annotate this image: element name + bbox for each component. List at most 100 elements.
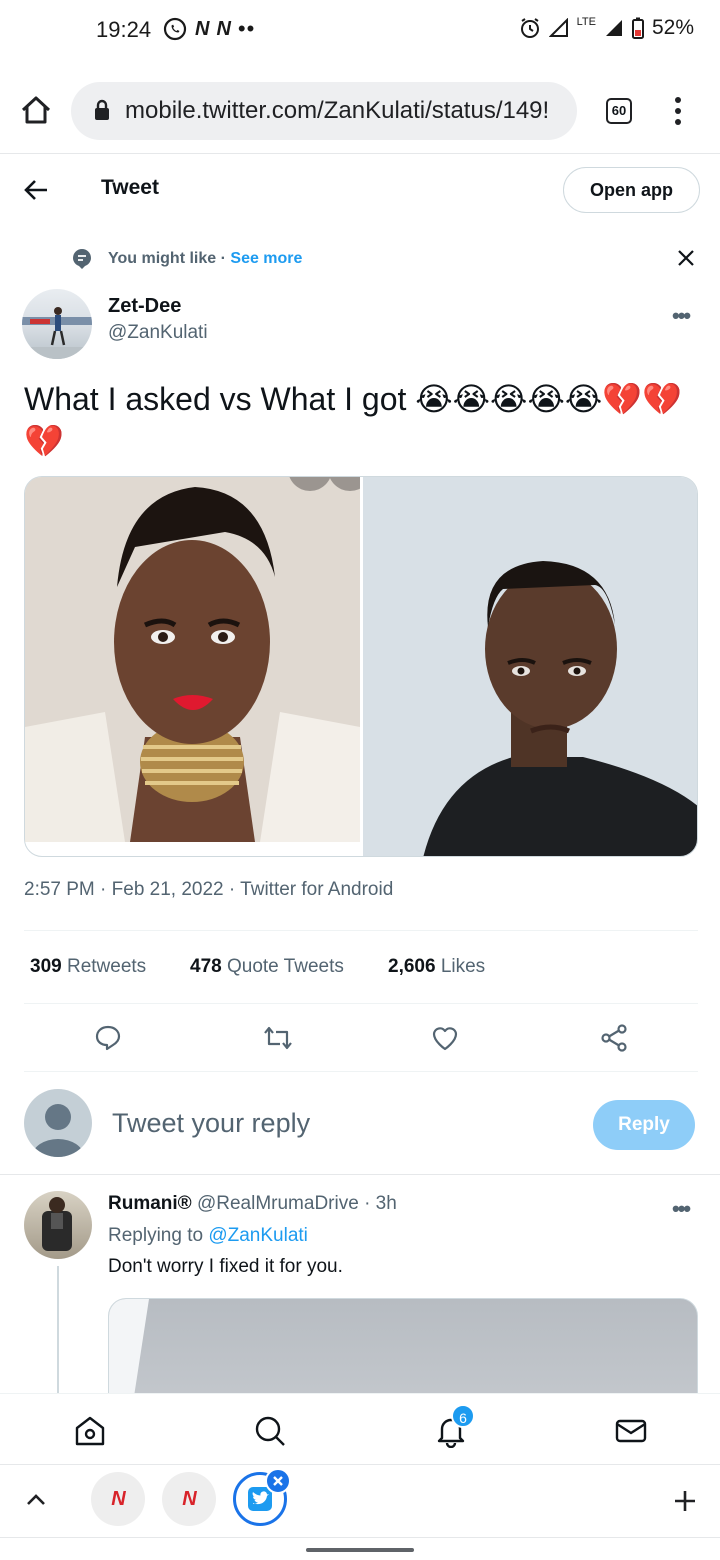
reply-author-handle[interactable]: @RealMrumaDrive <box>197 1193 359 1214</box>
reply-age: · 3h <box>364 1193 397 1214</box>
author-handle[interactable]: @ZanKulati <box>108 322 208 344</box>
author-avatar[interactable] <box>22 289 92 359</box>
media-photo-2[interactable] <box>363 477 697 856</box>
reply-submit-button[interactable]: Reply <box>593 1100 695 1150</box>
chevron-up-icon <box>27 1494 45 1505</box>
status-system-icons: LTE 52% <box>519 16 694 40</box>
reply-author-name[interactable]: Rumani® <box>108 1193 192 1214</box>
lock-icon <box>95 99 109 120</box>
address-bar[interactable]: mobile.twitter.com/ZanKulati/status/149! <box>71 82 577 140</box>
dismiss-suggestion-button[interactable] <box>676 248 696 273</box>
nav-home[interactable] <box>73 1414 107 1448</box>
reply-header: Rumani® @RealMrumaDrive · 3h <box>108 1193 397 1215</box>
gesture-navigation-bar[interactable] <box>306 1548 414 1552</box>
tweet-stats: 309 Retweets 478 Quote Tweets 2,606 Like… <box>24 930 698 1004</box>
tab-news-2[interactable]: N <box>162 1472 216 1526</box>
heart-icon <box>432 1027 458 1051</box>
status-bar: 19:24 N N •• LTE 52% <box>0 0 720 60</box>
suggestion-banner: You might like · See more <box>0 244 720 274</box>
tweet-text: What I asked vs What I got 😭😭😭😭😭💔💔💔 <box>24 381 682 459</box>
share-icon <box>601 1024 627 1052</box>
home-icon <box>21 96 51 124</box>
home-button[interactable] <box>18 92 58 132</box>
retweet-action-button[interactable] <box>262 1024 292 1052</box>
home-icon <box>75 1416 105 1446</box>
nav-messages[interactable] <box>614 1414 648 1448</box>
more-notifications-icon: •• <box>237 16 256 41</box>
close-tab-button[interactable] <box>265 1468 291 1494</box>
tab-switcher-button[interactable]: 60 <box>606 98 632 124</box>
status-time: 19:24 <box>96 17 152 42</box>
reply-action-button[interactable] <box>94 1024 122 1052</box>
reply-text: Don't worry I fixed it for you. <box>108 1256 343 1277</box>
replying-to-label: Replying to <box>108 1225 204 1246</box>
speech-bubble-icon <box>73 249 91 269</box>
suggestion-label: You might like <box>108 250 217 267</box>
author-name[interactable]: Zet-Dee <box>108 295 181 318</box>
tweet-more-button[interactable]: ••• <box>672 303 691 329</box>
reply-input[interactable]: Tweet your reply <box>112 1108 310 1139</box>
share-action-button[interactable] <box>600 1024 628 1052</box>
battery-icon <box>631 17 644 39</box>
likes-count: 2,606 <box>388 956 436 977</box>
browser-toolbar: mobile.twitter.com/ZanKulati/status/149!… <box>0 80 720 144</box>
thread-line <box>57 1266 59 1396</box>
nav-explore[interactable] <box>253 1414 287 1448</box>
status-notification-icons: N N •• <box>163 16 255 42</box>
alarm-icon <box>520 18 539 38</box>
avatar-photo <box>22 307 92 359</box>
media-photo-1[interactable] <box>25 477 360 842</box>
signal-icon <box>548 18 568 37</box>
plus-icon <box>675 1491 695 1511</box>
reply-author-avatar[interactable] <box>24 1191 92 1259</box>
likes-stat[interactable]: 2,606 Likes <box>388 956 485 978</box>
close-icon <box>678 250 694 266</box>
retweets-count: 309 <box>30 956 62 977</box>
network-type-label: LTE <box>576 15 596 28</box>
back-button[interactable] <box>22 176 50 209</box>
news-app-icon-2: N <box>216 17 230 40</box>
twitter-header: Tweet Open app <box>0 156 720 224</box>
retweets-label: Retweets <box>66 956 147 977</box>
close-icon <box>273 1476 283 1486</box>
notifications-badge: 6 <box>451 1404 475 1428</box>
new-tab-button[interactable] <box>672 1488 698 1519</box>
open-app-button[interactable]: Open app <box>563 167 700 213</box>
tweet-timestamp[interactable]: 2:57 PM · Feb 21, 2022 · Twitter for And… <box>24 879 393 901</box>
browser-menu-button[interactable] <box>668 94 688 128</box>
retweets-stat[interactable]: 309 Retweets <box>30 956 146 978</box>
collapse-tab-strip-button[interactable] <box>24 1488 48 1517</box>
tweet-actions <box>24 1004 698 1072</box>
twitter-bottom-nav: 6 <box>0 1393 720 1465</box>
quote-tweets-stat[interactable]: 478 Quote Tweets <box>190 956 344 978</box>
page-title: Tweet <box>101 176 159 199</box>
signal-icon-2 <box>605 20 622 36</box>
reply-more-button[interactable]: ••• <box>672 1196 691 1222</box>
user-avatar-placeholder <box>24 1089 92 1157</box>
replying-to: Replying to @ZanKulati <box>108 1225 308 1247</box>
whatsapp-icon <box>163 17 187 41</box>
browser-tab-strip: N N <box>0 1466 720 1538</box>
replying-to-mention[interactable]: @ZanKulati <box>208 1225 308 1246</box>
battery-percent: 52% <box>651 16 694 39</box>
portrait-illustration-1 <box>25 477 360 842</box>
portrait-illustration-2 <box>363 477 697 856</box>
quote-tweets-count: 478 <box>190 956 222 977</box>
likes-label: Likes <box>440 956 486 977</box>
toolbar-divider <box>0 153 720 154</box>
news-app-icon: N <box>195 17 209 40</box>
reply-avatar-photo <box>42 1197 72 1251</box>
like-action-button[interactable] <box>431 1024 459 1052</box>
url-text: mobile.twitter.com/ZanKulati/status/149! <box>125 97 550 124</box>
quote-tweets-label: Quote Tweets <box>226 956 344 977</box>
reply-icon <box>95 1025 121 1051</box>
see-more-link[interactable]: See more <box>230 250 302 267</box>
back-arrow-icon <box>24 180 47 200</box>
mail-icon <box>615 1419 647 1443</box>
tab-news-1[interactable]: N <box>91 1472 145 1526</box>
more-vertical-icon <box>675 97 681 125</box>
search-icon <box>255 1416 285 1446</box>
news-tab-icon: N <box>111 1488 125 1510</box>
composer-divider <box>0 1174 720 1175</box>
retweet-icon <box>264 1026 292 1050</box>
